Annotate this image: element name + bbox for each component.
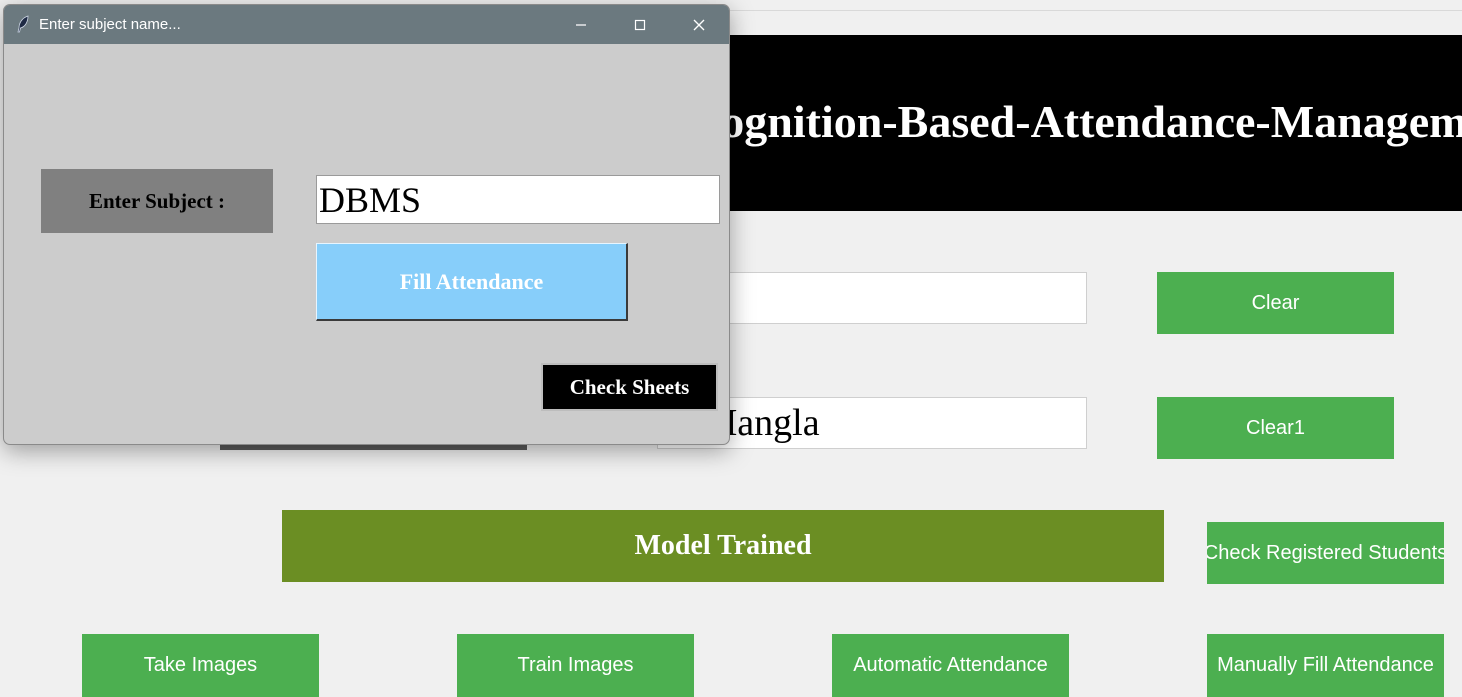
app-title: Face-Recognition-Based-Attendance-Manage… xyxy=(700,96,1462,147)
subject-label: Enter Subject : xyxy=(41,169,273,233)
automatic-attendance-button[interactable]: Automatic Attendance xyxy=(832,634,1069,697)
check-registered-students-button[interactable]: Check Registered Students xyxy=(1207,522,1444,584)
dialog-title: Enter subject name... xyxy=(39,16,181,33)
minimize-button[interactable] xyxy=(558,5,604,44)
maximize-button[interactable] xyxy=(617,5,663,44)
window-top-border xyxy=(728,10,1462,11)
fill-attendance-button[interactable]: Fill Attendance xyxy=(316,243,628,321)
subject-dialog: Enter subject name... Enter Subject : Fi… xyxy=(3,4,730,445)
dialog-titlebar[interactable]: Enter subject name... xyxy=(4,5,729,44)
maximize-icon xyxy=(634,19,646,30)
feather-icon xyxy=(17,15,29,33)
status-message: Model Trained xyxy=(282,510,1164,582)
manual-attendance-button[interactable]: Manually Fill Attendance xyxy=(1207,634,1444,697)
header-banner: Face-Recognition-Based-Attendance-Manage… xyxy=(700,35,1462,211)
subject-input[interactable] xyxy=(316,175,720,224)
close-icon xyxy=(693,19,705,30)
clear-button[interactable]: Clear xyxy=(1157,272,1394,334)
clear1-button[interactable]: Clear1 xyxy=(1157,397,1394,459)
take-images-button[interactable]: Take Images xyxy=(82,634,319,697)
minimize-icon xyxy=(576,23,586,26)
close-button[interactable] xyxy=(676,5,722,44)
train-images-button[interactable]: Train Images xyxy=(457,634,694,697)
check-sheets-button[interactable]: Check Sheets xyxy=(541,363,718,411)
